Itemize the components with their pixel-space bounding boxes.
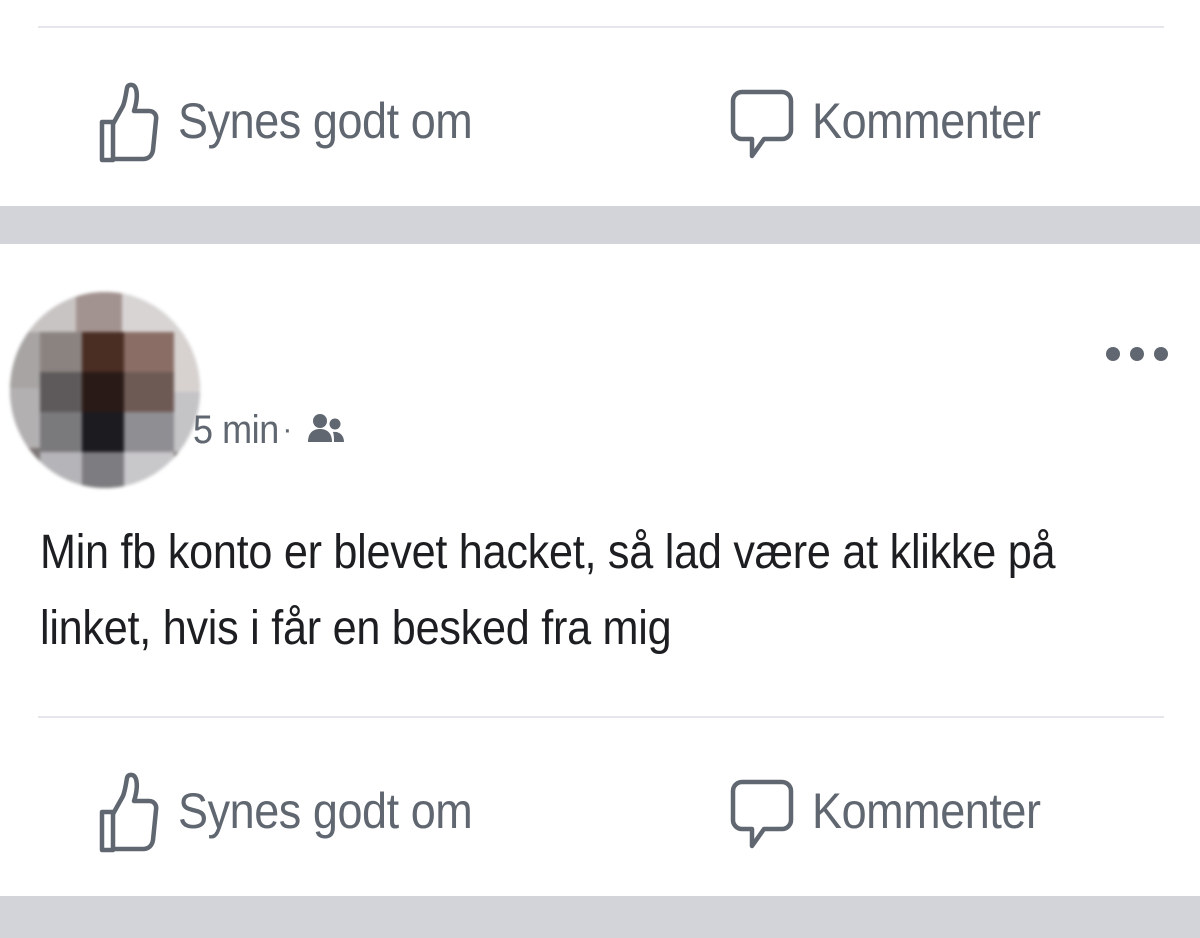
- like-button-label: Synes godt om: [178, 93, 473, 149]
- more-options-dot: [1154, 347, 1168, 361]
- like-button-label: Synes godt om: [178, 783, 473, 839]
- comment-button-label: Kommenter: [812, 93, 1041, 149]
- post-text-line: linket, hvis i får en besked fra mig: [40, 602, 672, 655]
- author-name-redacted[interactable]: [160, 296, 650, 388]
- post-meta: 5 min ·: [193, 400, 346, 460]
- feed-gap-bottom: [0, 896, 1200, 938]
- previous-post-action-bar: Synes godt om Kommenter: [0, 66, 1200, 176]
- comment-button[interactable]: Kommenter: [730, 756, 1066, 866]
- more-options-dot: [1106, 347, 1120, 361]
- more-options-icon[interactable]: [1106, 338, 1168, 370]
- comment-button[interactable]: Kommenter: [730, 66, 1066, 176]
- comment-button-label: Kommenter: [812, 783, 1041, 839]
- more-options-dot: [1130, 347, 1144, 361]
- comment-bubble-icon: [730, 766, 794, 856]
- previous-post-card: Synes godt om Kommenter: [0, 0, 1200, 206]
- post-text-line: Min fb konto er blevet hacket, så lad væ…: [40, 526, 1056, 579]
- post-action-bar: Synes godt om Kommenter: [0, 756, 1200, 866]
- post-body-text: Min fb konto er blevet hacket, så lad væ…: [40, 515, 1180, 667]
- previous-post-divider: [38, 26, 1164, 28]
- friends-icon[interactable]: [306, 410, 346, 450]
- post-timestamp[interactable]: 5 min: [193, 408, 279, 453]
- post-divider: [38, 716, 1164, 718]
- feed-gap: [0, 206, 1200, 244]
- like-button[interactable]: Synes godt om: [96, 66, 505, 176]
- meta-separator: ·: [282, 413, 293, 446]
- comment-bubble-icon: [730, 76, 794, 166]
- thumbs-up-icon: [96, 76, 160, 166]
- like-button[interactable]: Synes godt om: [96, 756, 505, 866]
- thumbs-up-icon: [96, 766, 160, 856]
